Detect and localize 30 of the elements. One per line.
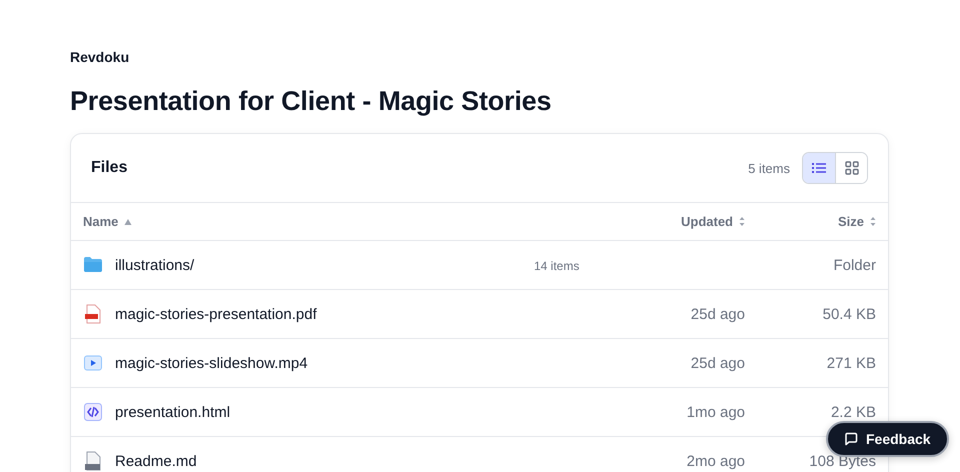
updated-time: 25d ago — [690, 354, 745, 372]
list-view-button[interactable] — [803, 153, 835, 183]
page-title: Presentation for Client - Magic Stories — [70, 85, 552, 118]
list-icon — [812, 162, 826, 174]
sort-icon — [870, 217, 876, 226]
updated-time: 25d ago — [690, 306, 745, 322]
brand-name: Revdoku — [70, 48, 130, 66]
chat-icon — [844, 432, 858, 446]
file-size: Folder — [833, 256, 876, 274]
column-header[interactable]: Size — [745, 214, 876, 229]
file-name[interactable]: magic-stories-presentation.pdf — [115, 306, 317, 322]
updated-time: 2mo ago — [686, 452, 745, 470]
file-name[interactable]: Readme.md — [115, 452, 197, 470]
file-size: 271 KB — [826, 354, 876, 372]
sort-ascending-icon — [124, 218, 132, 226]
item-count: 5 items — [748, 160, 790, 176]
grid-view-button[interactable] — [835, 153, 867, 183]
file-name[interactable]: magic-stories-slideshow.mp4 — [115, 354, 308, 372]
grid-icon — [844, 161, 858, 175]
file-name[interactable]: illustrations/ — [115, 256, 194, 274]
sort-icon — [739, 217, 745, 226]
file-size: 2.2 KB — [830, 404, 876, 420]
panel-title: Files — [91, 159, 128, 177]
file-name[interactable]: presentation.html — [115, 404, 230, 420]
feedback-button[interactable]: Feedback — [826, 421, 949, 457]
item-count: 14 items — [534, 258, 580, 272]
column-header[interactable]: Name — [83, 214, 614, 229]
updated-time: 1mo ago — [686, 404, 745, 420]
column-header[interactable]: Updated — [614, 214, 745, 229]
file-size: 50.4 KB — [822, 306, 876, 322]
